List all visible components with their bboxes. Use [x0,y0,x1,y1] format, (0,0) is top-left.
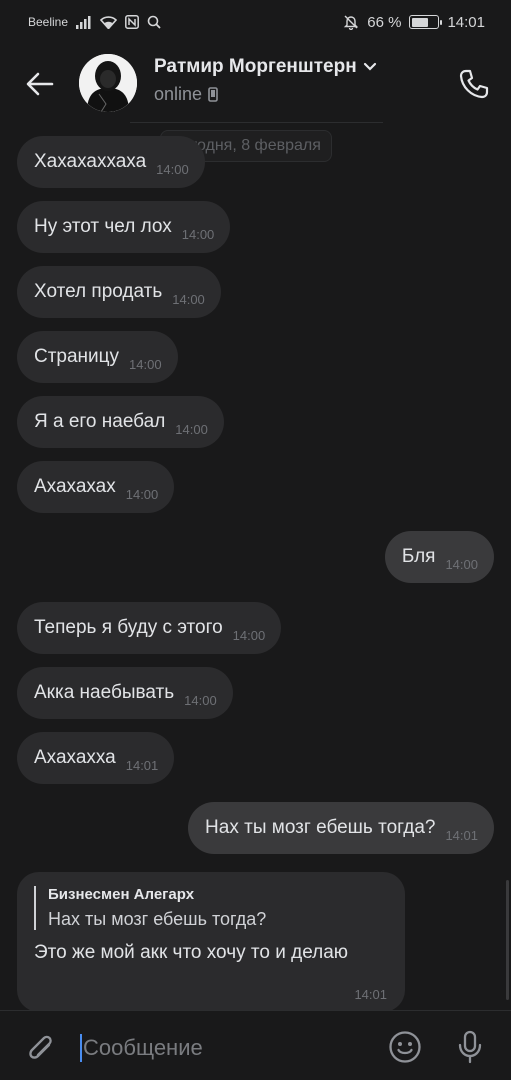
message-text: Хотел продать [34,281,163,302]
smiley-icon [389,1031,421,1063]
message-time: 14:00 [156,161,189,177]
message-text: Хахахаххаха [34,151,147,172]
message-bubble[interactable]: Теперь я буду с этого 14:00 [17,602,282,654]
contact-name: Ратмир Моргенштерн [154,56,357,77]
message-text: Я а его наебал [34,411,166,432]
message-input-placeholder: Сообщение [83,1035,203,1060]
arrow-left-icon [26,72,54,96]
wifi-icon [100,15,118,29]
call-button[interactable] [454,64,494,104]
paperclip-icon [29,1035,52,1059]
quoted-message[interactable]: Бизнесмен Алегарх Нах ты мозг ебешь тогд… [34,886,388,930]
message-text: Акка наебывать [34,682,175,703]
chat-title[interactable]: Ратмир Моргенштерн [154,56,377,78]
message-time: 14:00 [181,226,215,242]
reply-message-bubble[interactable]: Бизнесмен Алегарх Нах ты мозг ебешь тогд… [17,872,405,1012]
message-bubble[interactable]: Я а его наебал 14:00 [17,396,224,448]
mobile-device-icon [208,87,218,102]
message-bubble[interactable]: Ахахахах 14:00 [17,461,175,513]
signal-icon [76,15,92,29]
phone-icon [459,69,489,99]
message-bubble[interactable]: Хахахаххаха 14:00 [17,136,205,188]
message-text: Страницу [34,346,120,367]
message-text: Ахахахах [34,476,116,497]
message-time: 14:01 [125,757,159,773]
quote-text: Нах ты мозг ебешь тогда? [48,909,267,929]
message-time: 14:01 [445,827,478,843]
message-bubble[interactable]: Хотел продать 14:00 [17,266,221,318]
message-text: Бля [401,546,436,567]
scrollbar[interactable] [506,880,509,1000]
online-status: online [154,84,203,104]
message-text: Ахахахха [34,747,116,768]
message-time: 14:00 [184,692,217,708]
message-time: 14:00 [445,556,478,572]
text-cursor [80,1034,82,1062]
message-text: Это же мой акк что хочу то и делаю [34,942,349,963]
message-time: 14:01 [354,987,387,1002]
search-icon [147,15,161,29]
message-time: 14:00 [129,356,162,372]
emoji-button[interactable] [387,1029,423,1065]
message-list[interactable]: Сегодня, 8 февраля Хахахаххаха 14:00 Ну э… [0,124,511,1012]
chevron-down-icon [363,62,376,71]
mute-bell-icon [343,14,359,30]
outgoing-message-bubble[interactable]: Нах ты мозг ебешь тогда? 14:01 [188,802,494,854]
attach-button[interactable] [22,1029,58,1065]
header-divider [130,122,383,123]
message-composer: Сообщение [0,1010,511,1080]
status-bar: Beeline 66 % 14:01 [0,0,511,44]
battery-percent: 66 % [367,13,402,31]
message-bubble[interactable]: Ну этот чел лох 14:00 [17,201,231,253]
battery-icon [409,15,443,29]
message-text: Ну этот чел лох [34,216,172,237]
message-time: 14:00 [125,486,159,502]
back-button[interactable] [22,66,58,102]
message-text: Нах ты мозг ебешь тогда? [205,817,436,838]
chat-header: Ратмир Моргенштерн online [0,44,511,124]
microphone-icon [458,1030,482,1064]
message-bubble[interactable]: Ахахахха 14:01 [17,732,175,784]
clock: 14:01 [447,13,485,31]
nfc-icon [125,15,139,29]
voice-message-button[interactable] [452,1029,488,1065]
message-text: Теперь я буду с этого [34,617,223,638]
message-time: 14:00 [175,421,208,437]
carrier-label: Beeline [28,15,69,29]
message-time: 14:00 [172,291,205,307]
message-bubble[interactable]: Акка наебывать 14:00 [17,667,233,719]
message-bubble[interactable]: Страницу 14:00 [17,331,178,383]
message-input[interactable]: Сообщение [80,1033,360,1063]
message-time: 14:00 [232,627,266,643]
outgoing-message-bubble[interactable]: Бля 14:00 [384,531,494,583]
quote-author: Бизнесмен Алегарх [48,886,195,903]
avatar[interactable] [79,54,137,112]
